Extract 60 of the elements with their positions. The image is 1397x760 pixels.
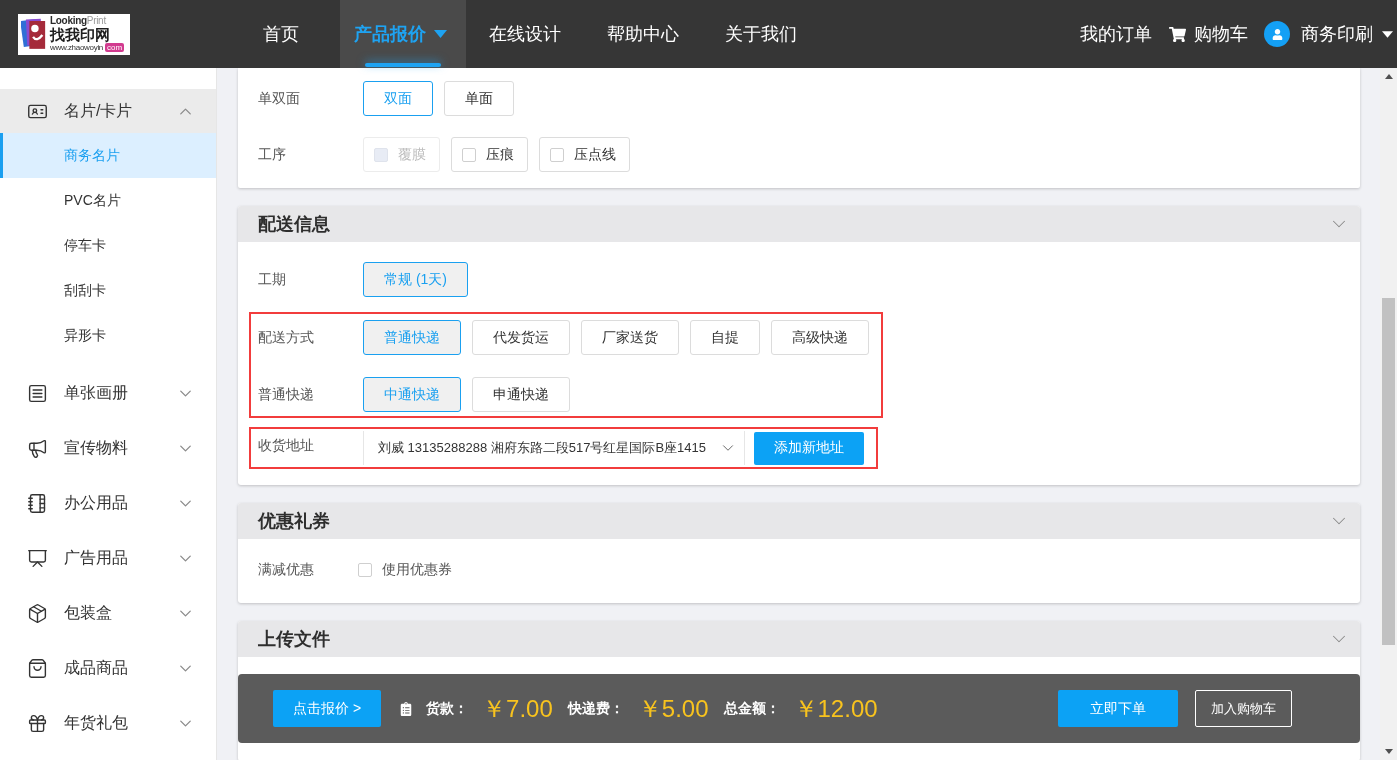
field-label: 普通快递 <box>258 385 315 404</box>
scroll-down-icon[interactable] <box>1384 749 1393 754</box>
price-amount: ￥12.00 <box>793 693 878 724</box>
option-button[interactable]: 单面 <box>444 81 514 116</box>
option-button[interactable]: 自提 <box>690 320 760 355</box>
bag-icon <box>27 658 48 679</box>
field-label: 工期 <box>258 270 287 289</box>
option-button[interactable]: 代发货运 <box>472 320 570 355</box>
logo-wordmark: LookingPrint <box>50 16 106 26</box>
checkbox-option[interactable]: 压痕 <box>451 137 528 172</box>
option-button[interactable]: 申通快递 <box>472 377 570 412</box>
notebook-icon <box>27 493 48 514</box>
gift-icon <box>27 713 48 734</box>
logo-url: www.zhaowoyin <box>50 43 103 52</box>
checkbox-label: 使用优惠券 <box>382 561 452 579</box>
cart-link[interactable]: 购物车 <box>1169 22 1248 46</box>
scroll-up-icon[interactable] <box>1384 74 1393 79</box>
checkbox-option[interactable]: 压点线 <box>539 137 630 172</box>
scrollbar-thumb[interactable] <box>1382 298 1395 645</box>
price-label: 货款： <box>426 699 469 718</box>
logo[interactable]: LookingPrint 找我印网 www.zhaowoyin com <box>18 13 130 55</box>
user-menu[interactable]: 商务印刷 <box>1264 21 1393 47</box>
price-label: 快递费： <box>567 699 624 718</box>
section-header[interactable]: 上传文件 <box>238 621 1360 657</box>
megaphone-icon <box>27 438 48 459</box>
caret-icon <box>1382 30 1393 38</box>
clipboard-icon <box>399 701 414 716</box>
nav-tab[interactable]: 在线设计 <box>466 0 584 68</box>
nav-tab[interactable]: 帮助中心 <box>584 0 702 68</box>
list-icon <box>27 383 48 404</box>
box-icon <box>27 603 48 624</box>
field-label: 收货地址 <box>258 436 315 455</box>
price-label: 总金额： <box>723 699 780 718</box>
field-label: 满减优惠 <box>258 561 315 579</box>
nav-tab[interactable]: 首页 <box>240 0 322 68</box>
address-select[interactable]: 刘威 13135288288 湘府东路二段517号红星国际B座1415 <box>363 431 745 465</box>
logo-name: 找我印网 <box>50 27 110 42</box>
section-title: 配送信息 <box>258 213 330 236</box>
section-title: 上传文件 <box>258 628 330 651</box>
price-amount: ￥7.00 <box>482 693 553 724</box>
caret-icon <box>434 30 447 38</box>
price-amount: ￥5.00 <box>637 693 709 724</box>
cart-icon <box>1169 25 1186 43</box>
avatar-icon <box>1264 21 1290 47</box>
option-button[interactable]: 厂家送货 <box>581 320 679 355</box>
easel-icon <box>27 548 48 569</box>
field-label: 单双面 <box>258 89 301 108</box>
sidebar-category[interactable]: 名片/卡片 <box>0 89 216 133</box>
logo-mark-icon <box>21 17 47 51</box>
checkbox[interactable] <box>358 563 372 577</box>
section-header[interactable]: 配送信息 <box>238 206 1360 242</box>
orders-link[interactable]: 我的订单 <box>1080 22 1152 46</box>
logo-url-badge: com <box>105 43 125 52</box>
section-title: 优惠礼券 <box>258 510 330 533</box>
field-label: 工序 <box>258 145 287 164</box>
nav-tab[interactable]: 关于我们 <box>702 0 820 68</box>
add-to-cart-button[interactable]: 加入购物车 <box>1195 690 1292 727</box>
section-header[interactable]: 优惠礼券 <box>238 503 1360 539</box>
option-button[interactable]: 高级快递 <box>771 320 869 355</box>
field-label: 配送方式 <box>258 328 315 347</box>
